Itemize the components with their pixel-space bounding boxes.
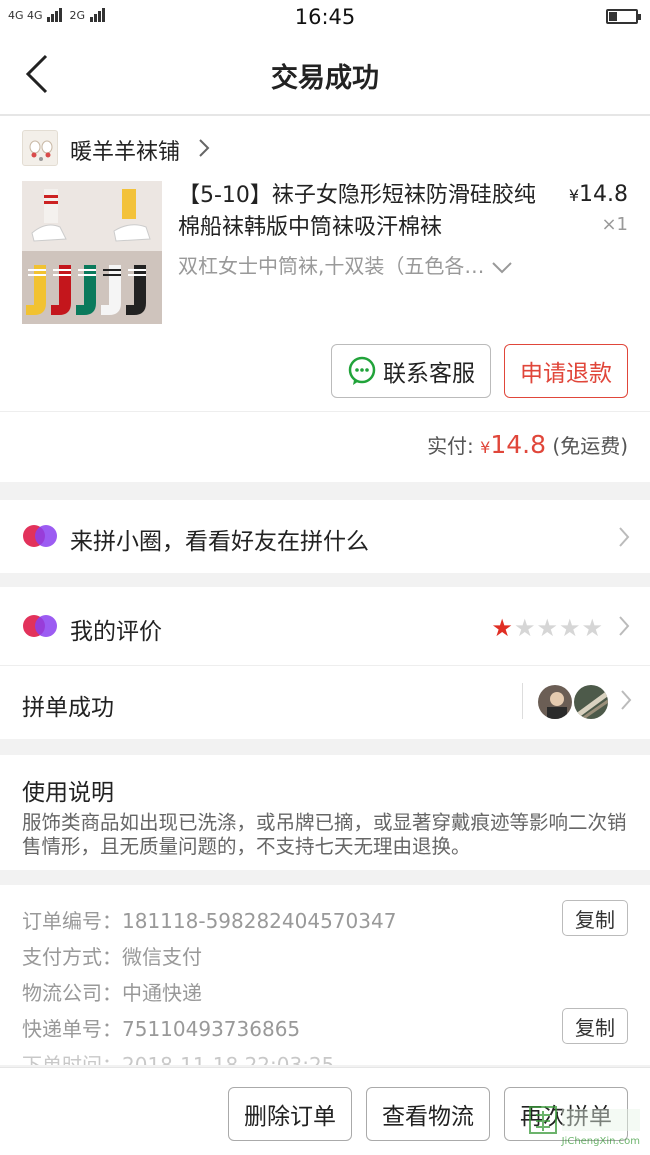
chevron-down-icon bbox=[492, 261, 512, 273]
review-card: 我的评价 ★★★★★ 拼单成功 bbox=[0, 587, 650, 739]
paid-label: 实付: bbox=[427, 434, 474, 458]
contact-service-label: 联系客服 bbox=[383, 361, 475, 387]
usage-notice: 使用说明 服饰类商品如出现已洗涤，或吊牌已摘，或显著穿戴痕迹等影响二次销售情形，… bbox=[0, 755, 650, 870]
chevron-right-icon bbox=[619, 527, 630, 547]
refund-button[interactable]: 申请退款 bbox=[504, 344, 628, 398]
paid-total: 实付: ¥14.8 (免运费) bbox=[427, 430, 628, 459]
my-review-row[interactable]: 我的评价 ★★★★★ bbox=[0, 587, 650, 665]
wechat-chat-icon bbox=[348, 356, 376, 385]
shop-name: 暖羊羊袜铺 bbox=[70, 140, 181, 165]
delete-order-button[interactable]: 删除订单 bbox=[228, 1087, 352, 1141]
circle-logo-icon bbox=[23, 525, 57, 547]
paid-amount: 14.8 bbox=[490, 430, 547, 459]
divider bbox=[0, 411, 650, 412]
paid-currency: ¥ bbox=[480, 438, 491, 457]
chevron-right-icon bbox=[619, 616, 630, 636]
shop-logo bbox=[22, 130, 58, 166]
my-review-label: 我的评价 bbox=[70, 619, 162, 645]
product-thumbnail[interactable] bbox=[22, 181, 162, 324]
page-title: 交易成功 bbox=[271, 63, 379, 94]
notice-title: 使用说明 bbox=[22, 780, 114, 806]
review-logo-icon bbox=[23, 615, 57, 637]
nav-bar: 交易成功 bbox=[0, 34, 650, 116]
friend-circle-label: 来拼小圈，看看好友在拼什么 bbox=[70, 529, 369, 555]
product-quantity: ×1 bbox=[601, 214, 628, 235]
view-logistics-button[interactable]: 查看物流 bbox=[366, 1087, 490, 1141]
order-time: 下单时间：2018-11-18 22:03:25 bbox=[22, 1053, 335, 1065]
watermark-text: JiChengXin.com bbox=[561, 1136, 640, 1147]
tracking-number: 快递单号：75110493736865 bbox=[22, 1017, 301, 1041]
price-value: 14.8 bbox=[579, 182, 628, 207]
rating-stars: ★★★★★ bbox=[491, 614, 604, 642]
status-bar: 4G 4G 2G 16:45 bbox=[0, 0, 650, 34]
star-filled-icon: ★ bbox=[491, 614, 514, 642]
star-empty-icon: ★ bbox=[536, 614, 559, 642]
avatar bbox=[536, 683, 574, 721]
order-number: 订单编号：181118-598282404570347 bbox=[22, 909, 397, 933]
group-success-label: 拼单成功 bbox=[22, 695, 114, 721]
product-spec[interactable]: 双杠女士中筒袜,十双装（五色各… bbox=[178, 250, 548, 279]
order-card: 暖羊羊袜铺 【5-10】袜子女隐形短袜防滑硅胶纯棉船袜韩版中筒袜吸汗棉袜 双杠女… bbox=[0, 116, 650, 482]
paid-note: (免运费) bbox=[552, 434, 628, 458]
avatar bbox=[572, 683, 610, 721]
vertical-divider bbox=[522, 683, 523, 719]
price-currency: ¥ bbox=[568, 186, 580, 205]
chevron-right-icon bbox=[199, 139, 210, 157]
site-watermark: JiChengXin.com bbox=[528, 1103, 646, 1151]
battery-icon bbox=[606, 9, 641, 24]
contact-service-button[interactable]: 联系客服 bbox=[331, 344, 491, 398]
bottom-action-bar: 删除订单 查看物流 再次拼单 JiChengXin.com bbox=[0, 1067, 650, 1155]
copy-tracking-number-button[interactable]: 复制 bbox=[562, 1008, 628, 1044]
chevron-right-icon bbox=[621, 690, 632, 710]
star-empty-icon: ★ bbox=[581, 614, 604, 642]
star-empty-icon: ★ bbox=[558, 614, 582, 642]
product-title[interactable]: 【5-10】袜子女隐形短袜防滑硅胶纯棉船袜韩版中筒袜吸汗棉袜 bbox=[178, 180, 538, 244]
notice-text: 服饰类商品如出现已洗涤，或吊牌已摘，或显著穿戴痕迹等影响二次销售情形，且无质量问… bbox=[22, 811, 627, 858]
product-price: ¥14.8 bbox=[569, 182, 628, 207]
clock: 16:45 bbox=[294, 5, 356, 29]
logistics-company: 物流公司：中通快递 bbox=[22, 981, 202, 1005]
payment-method: 支付方式：微信支付 bbox=[22, 945, 202, 969]
copy-order-number-button[interactable]: 复制 bbox=[562, 900, 628, 936]
friend-circle-row[interactable]: 来拼小圈，看看好友在拼什么 bbox=[0, 500, 650, 573]
order-info: 订单编号：181118-598282404570347 复制 支付方式：微信支付… bbox=[0, 885, 650, 1065]
star-empty-icon: ★ bbox=[513, 614, 537, 642]
product-spec-text: 双杠女士中筒袜,十双装（五色各… bbox=[178, 254, 485, 278]
